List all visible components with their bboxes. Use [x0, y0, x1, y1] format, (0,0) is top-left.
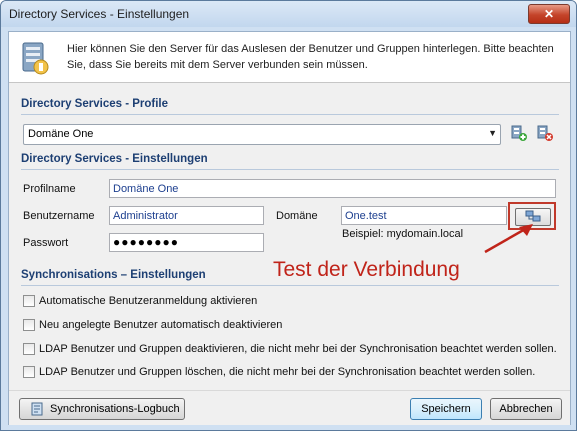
- button-bar: Synchronisations-Logbuch Speichern Abbre…: [9, 390, 570, 425]
- sync-section-divider: [21, 285, 559, 286]
- profile-name-label: Profilname: [23, 183, 76, 195]
- ldap-delete-label: LDAP Benutzer und Gruppen löschen, die n…: [39, 366, 536, 378]
- domain-label: Domäne: [276, 210, 318, 222]
- delete-server-icon[interactable]: [537, 125, 553, 141]
- profile-dropdown-value: Domäne One: [28, 128, 94, 140]
- username-value: Administrator: [113, 210, 178, 222]
- domain-example-text: Beispiel: mydomain.local: [342, 228, 464, 240]
- add-server-icon[interactable]: [511, 125, 527, 141]
- annotation-text: Test der Verbindung: [273, 258, 460, 281]
- profile-section-divider: [21, 114, 559, 115]
- close-button[interactable]: ✕: [528, 4, 570, 24]
- domain-value: One.test: [345, 210, 387, 222]
- dialog-window: Directory Services - Einstellungen ✕ Hie…: [0, 0, 577, 431]
- password-label: Passwort: [23, 237, 69, 249]
- username-field[interactable]: Administrator: [109, 206, 264, 225]
- ldap-delete-checkbox[interactable]: [23, 366, 35, 378]
- annotation-arrow: [484, 224, 533, 254]
- username-label: Benutzername: [23, 210, 95, 222]
- sync-log-label: Synchronisations-Logbuch: [50, 403, 180, 415]
- sync-log-button[interactable]: Synchronisations-Logbuch: [19, 398, 185, 420]
- chevron-down-icon: ▼: [488, 128, 497, 138]
- sync-section-title: Synchronisations – Einstellungen: [21, 269, 206, 281]
- password-value: ●●●●●●●●: [113, 235, 179, 249]
- password-field[interactable]: ●●●●●●●●: [109, 233, 264, 252]
- auto-deactivate-label: Neu angelegte Benutzer automatisch deakt…: [39, 319, 283, 331]
- cancel-button[interactable]: Abbrechen: [490, 398, 562, 420]
- title-bar: Directory Services - Einstellungen ✕: [1, 1, 576, 27]
- dialog-content: Hier können Sie den Server für das Ausle…: [8, 31, 571, 425]
- server-icon: [22, 42, 49, 75]
- ldap-deactivate-label: LDAP Benutzer und Gruppen deaktivieren, …: [39, 343, 557, 355]
- profile-section-title: Directory Services - Profile: [21, 98, 169, 110]
- profile-dropdown[interactable]: Domäne One ▼: [23, 124, 501, 145]
- window-title: Directory Services - Einstellungen: [9, 7, 190, 21]
- profile-name-field[interactable]: Domäne One: [109, 179, 556, 198]
- info-banner: Hier können Sie den Server für das Ausle…: [9, 32, 570, 83]
- info-text: Hier können Sie den Server für das Ausle…: [67, 43, 554, 71]
- settings-section-title: Directory Services - Einstellungen: [21, 153, 208, 165]
- profile-name-value: Domäne One: [113, 183, 179, 195]
- settings-section-divider: [21, 169, 559, 170]
- save-button[interactable]: Speichern: [410, 398, 482, 420]
- auto-login-label: Automatische Benutzeranmeldung aktiviere…: [39, 295, 258, 307]
- logbook-icon: [31, 402, 43, 416]
- auto-login-checkbox[interactable]: [23, 295, 35, 307]
- ldap-deactivate-checkbox[interactable]: [23, 343, 35, 355]
- auto-deactivate-checkbox[interactable]: [23, 319, 35, 331]
